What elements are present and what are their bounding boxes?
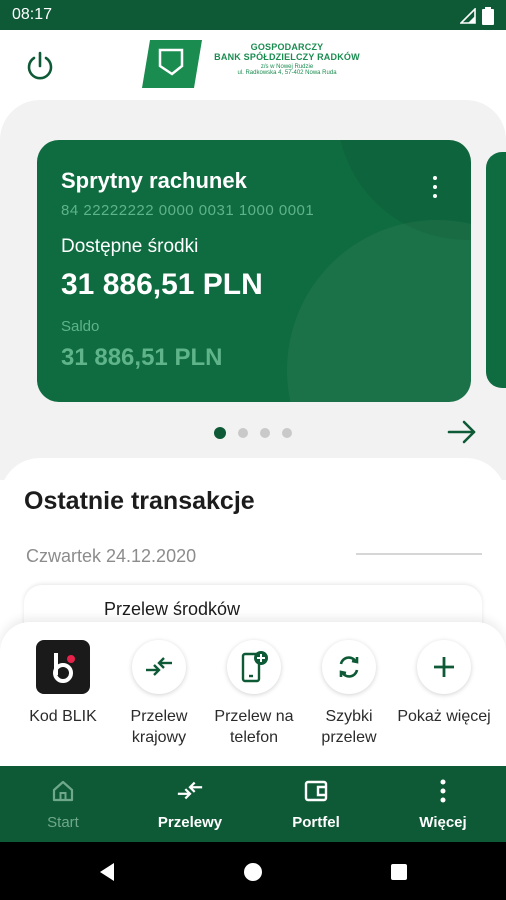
more-vertical-icon — [393, 778, 493, 804]
back-triangle-icon — [100, 863, 114, 881]
quick-action-domestic-transfer[interactable]: Przelew krajowy — [111, 640, 207, 748]
more-vertical-icon-dot — [433, 185, 437, 189]
more-vertical-icon-dot — [433, 194, 437, 198]
nav-label: Start — [47, 814, 79, 831]
back-button[interactable] — [96, 861, 118, 883]
signal-icon — [460, 8, 476, 24]
pager-dot[interactable] — [238, 428, 248, 438]
plus-icon — [417, 640, 471, 694]
card-decoration — [287, 220, 471, 402]
arrow-right-icon[interactable] — [446, 418, 478, 446]
quick-action-label: Przelew na telefon — [214, 708, 294, 746]
transfer-arrows-icon — [140, 778, 240, 804]
status-icons — [460, 7, 494, 25]
balance-label: Saldo — [61, 318, 100, 335]
quick-action-label: Szybki przelew — [321, 708, 377, 746]
more-vertical-icon-dot — [433, 176, 437, 180]
transaction-date: Czwartek 24.12.2020 — [26, 546, 197, 566]
bank-logo-mark — [142, 40, 202, 88]
bank-logo: GOSPODARCZY BANK SPÓŁDZIELCZY RADKÓW z/s… — [142, 40, 372, 92]
logo-line-4: ul. Radkowska 4, 57-402 Nowa Ruda — [237, 70, 337, 76]
card-pager — [214, 427, 292, 439]
quick-action-label: Kod BLIK — [29, 708, 97, 725]
nav-item-transfers[interactable]: Przelewy — [140, 778, 240, 831]
status-bar: 08:17 — [0, 0, 506, 30]
transfer-arrows-icon — [132, 640, 186, 694]
home-icon — [13, 778, 113, 804]
nav-item-wallet[interactable]: Portfel — [266, 778, 366, 831]
quick-action-blik[interactable]: Kod BLIK — [15, 640, 111, 727]
nav-label: Więcej — [419, 814, 467, 831]
pager-dot-active[interactable] — [214, 427, 226, 439]
app-header: GOSPODARCZY BANK SPÓŁDZIELCZY RADKÓW z/s… — [0, 30, 506, 100]
home-circle-icon — [244, 863, 262, 881]
bottom-navigation: Start Przelewy Portfel Więcej — [0, 766, 506, 842]
battery-icon — [482, 7, 494, 25]
divider — [356, 553, 482, 555]
phone-transfer-icon — [227, 640, 281, 694]
transaction-title: Przelew środków — [104, 599, 241, 619]
logout-button[interactable] — [22, 48, 58, 84]
account-card[interactable]: Sprytny rachunek 84 22222222 0000 0031 1… — [37, 140, 471, 402]
account-number: 84 22222222 0000 0031 1000 0001 — [61, 202, 315, 219]
quick-action-show-more[interactable]: Pokaż więcej — [396, 640, 492, 727]
next-account-card[interactable] — [486, 152, 506, 388]
power-icon — [27, 51, 53, 80]
blik-icon — [36, 640, 90, 694]
system-navigation-bar — [0, 842, 506, 900]
recents-square-icon — [391, 864, 407, 880]
card-menu-button[interactable] — [427, 176, 443, 198]
home-button[interactable] — [242, 861, 264, 883]
pager-dot[interactable] — [260, 428, 270, 438]
status-time: 08:17 — [12, 6, 53, 23]
nav-item-start[interactable]: Start — [13, 778, 113, 831]
refresh-icon — [322, 640, 376, 694]
quick-action-label: Przelew krajowy — [130, 708, 188, 746]
logo-line-1: GOSPODARCZY — [250, 42, 324, 52]
quick-action-fast-transfer[interactable]: Szybki przelew — [301, 640, 397, 748]
logo-line-2: BANK SPÓŁDZIELCZY RADKÓW — [214, 52, 360, 62]
quick-action-label: Pokaż więcej — [397, 708, 491, 725]
transactions-title: Ostatnie transakcje — [24, 487, 255, 515]
nav-label: Portfel — [292, 814, 340, 831]
quick-action-phone-transfer[interactable]: Przelew na telefon — [206, 640, 302, 748]
pager-dot[interactable] — [282, 428, 292, 438]
available-funds-value: 31 886,51 PLN — [61, 268, 263, 301]
balance-value: 31 886,51 PLN — [61, 344, 223, 371]
available-funds-label: Dostępne środki — [61, 236, 199, 257]
account-name: Sprytny rachunek — [61, 168, 247, 193]
wallet-icon — [266, 778, 366, 804]
nav-item-more[interactable]: Więcej — [393, 778, 493, 831]
bank-logo-text: GOSPODARCZY BANK SPÓŁDZIELCZY RADKÓW z/s… — [202, 42, 372, 76]
nav-label: Przelewy — [157, 814, 223, 831]
recents-button[interactable] — [388, 861, 410, 883]
